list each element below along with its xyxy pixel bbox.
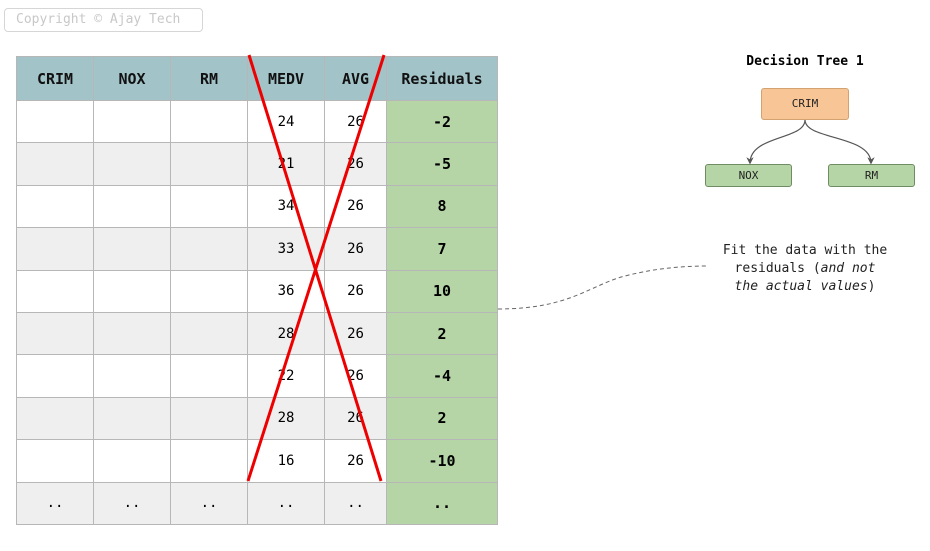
cell-avg: 26 bbox=[324, 269, 387, 313]
cell-avg: 26 bbox=[324, 396, 387, 441]
cell-avg: 26 bbox=[324, 99, 387, 144]
cell-residuals: 7 bbox=[386, 227, 498, 271]
header-avg: AVG bbox=[324, 56, 387, 101]
table-row: 28 26 2 bbox=[16, 396, 498, 441]
copyright-label: Copyright © Ajay Tech bbox=[4, 8, 203, 32]
header-nox: NOX bbox=[93, 56, 171, 101]
cell-residuals: -5 bbox=[386, 142, 498, 186]
header-rm: RM bbox=[170, 56, 248, 101]
cell-avg: 26 bbox=[324, 439, 387, 483]
cell-avg: 26 bbox=[324, 311, 387, 356]
cell-avg: 26 bbox=[324, 354, 387, 398]
tree-node-root: CRIM bbox=[761, 88, 849, 120]
cell-crim: .. bbox=[16, 481, 94, 525]
cell-crim bbox=[16, 227, 94, 271]
cell-residuals: 2 bbox=[386, 311, 498, 356]
cell-medv: 24 bbox=[247, 99, 325, 144]
cell-nox: .. bbox=[93, 481, 171, 525]
dashed-connector bbox=[497, 265, 709, 310]
cell-rm bbox=[170, 99, 248, 144]
cell-crim bbox=[16, 354, 94, 398]
header-medv: MEDV bbox=[247, 56, 325, 101]
data-table: CRIM NOX RM MEDV AVG Residuals 24 26 -2 21 2… bbox=[16, 56, 498, 525]
cell-nox bbox=[93, 396, 171, 441]
cell-crim bbox=[16, 311, 94, 356]
table-row: 16 26 -10 bbox=[16, 439, 498, 483]
table-header-row: CRIM NOX RM MEDV AVG Residuals bbox=[16, 56, 498, 101]
cell-rm bbox=[170, 311, 248, 356]
table-row: 34 26 8 bbox=[16, 184, 498, 229]
note-line-2-emphasis: and not bbox=[820, 261, 876, 276]
tree-node-left: NOX bbox=[705, 164, 792, 187]
cell-medv: 22 bbox=[247, 354, 325, 398]
cell-medv: 21 bbox=[247, 142, 325, 186]
cell-residuals: -2 bbox=[386, 99, 498, 144]
cell-crim bbox=[16, 396, 94, 441]
note-line-3-plain: ) bbox=[867, 279, 876, 294]
cell-rm bbox=[170, 269, 248, 313]
cell-residuals: 10 bbox=[386, 269, 498, 313]
cell-rm bbox=[170, 227, 248, 271]
cell-avg: 26 bbox=[324, 227, 387, 271]
cell-nox bbox=[93, 354, 171, 398]
note-line-1: Fit the data with the bbox=[722, 243, 888, 258]
edge-root-right bbox=[804, 119, 875, 165]
cell-rm: .. bbox=[170, 481, 248, 525]
cell-rm bbox=[170, 354, 248, 398]
cell-rm bbox=[170, 184, 248, 229]
cell-rm bbox=[170, 142, 248, 186]
cell-crim bbox=[16, 269, 94, 313]
cell-nox bbox=[93, 99, 171, 144]
cell-crim bbox=[16, 439, 94, 483]
cell-medv: .. bbox=[247, 481, 325, 525]
header-residuals: Residuals bbox=[386, 56, 498, 101]
cell-nox bbox=[93, 184, 171, 229]
cell-medv: 28 bbox=[247, 311, 325, 356]
note-line-3-emphasis: the actual values bbox=[734, 279, 868, 294]
cell-crim bbox=[16, 184, 94, 229]
cell-residuals: 8 bbox=[386, 184, 498, 229]
cell-nox bbox=[93, 269, 171, 313]
table-row: 21 26 -5 bbox=[16, 142, 498, 186]
cell-medv: 33 bbox=[247, 227, 325, 271]
cell-residuals: -4 bbox=[386, 354, 498, 398]
header-crim: CRIM bbox=[16, 56, 94, 101]
note-line-2-plain: residuals ( bbox=[734, 261, 821, 276]
decision-tree-title: Decision Tree 1 bbox=[746, 54, 864, 69]
table-row: 33 26 7 bbox=[16, 227, 498, 271]
cell-crim bbox=[16, 142, 94, 186]
cell-rm bbox=[170, 439, 248, 483]
cell-avg: 26 bbox=[324, 142, 387, 186]
table-row: 28 26 2 bbox=[16, 311, 498, 356]
cell-nox bbox=[93, 439, 171, 483]
cell-avg: 26 bbox=[324, 184, 387, 229]
cell-medv: 28 bbox=[247, 396, 325, 441]
cell-nox bbox=[93, 311, 171, 356]
cell-rm bbox=[170, 396, 248, 441]
table-row: ............ bbox=[16, 481, 498, 525]
cell-medv: 16 bbox=[247, 439, 325, 483]
cell-residuals: .. bbox=[386, 481, 498, 525]
cell-crim bbox=[16, 99, 94, 144]
cell-residuals: -10 bbox=[386, 439, 498, 483]
cell-nox bbox=[93, 142, 171, 186]
table-row: 24 26 -2 bbox=[16, 99, 498, 144]
cell-nox bbox=[93, 227, 171, 271]
fit-note: Fit the data with the residuals (and not… bbox=[705, 242, 905, 296]
tree-node-right: RM bbox=[828, 164, 915, 187]
cell-avg: .. bbox=[324, 481, 387, 525]
cell-residuals: 2 bbox=[386, 396, 498, 441]
edge-root-left bbox=[746, 119, 806, 165]
cell-medv: 34 bbox=[247, 184, 325, 229]
cell-medv: 36 bbox=[247, 269, 325, 313]
table-row: 22 26 -4 bbox=[16, 354, 498, 398]
table-row: 36 26 10 bbox=[16, 269, 498, 313]
